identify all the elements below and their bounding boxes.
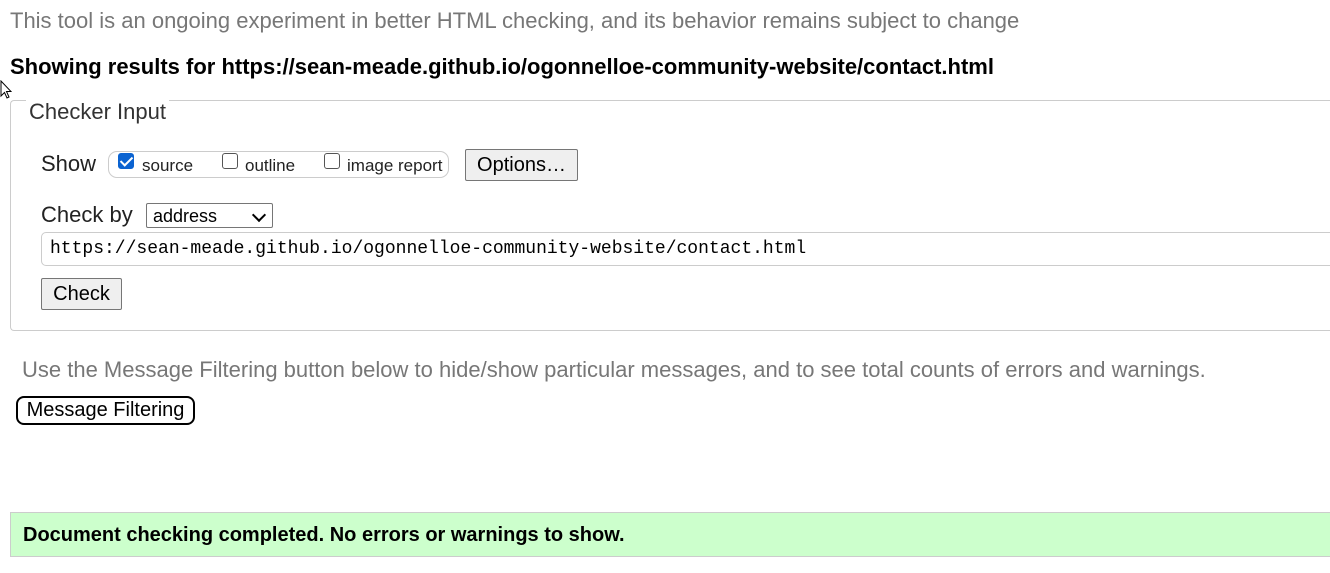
message-filtering-hint: Use the Message Filtering button below t… xyxy=(22,357,1206,382)
experiment-notice: This tool is an ongoing experiment in be… xyxy=(10,8,1020,33)
check-button[interactable]: Check xyxy=(41,278,122,310)
options-button[interactable]: Options… xyxy=(465,149,578,181)
url-input[interactable]: https://sean-meade.github.io/ogonnelloe-… xyxy=(41,232,1330,266)
success-status-bar: Document checking completed. No errors o… xyxy=(10,512,1330,557)
mouse-cursor-icon xyxy=(0,80,12,99)
outline-checkbox[interactable] xyxy=(222,153,238,169)
show-label: Show xyxy=(41,151,97,176)
image-report-checkbox-label[interactable]: image report xyxy=(347,156,442,176)
checker-input-legend: Checker Input xyxy=(26,99,169,125)
chevron-down-icon xyxy=(251,207,267,223)
success-message: Document checking completed. No errors o… xyxy=(23,524,625,546)
results-heading: Showing results for https://sean-meade.g… xyxy=(10,54,994,79)
validator-page: This tool is an ongoing experiment in be… xyxy=(0,0,1330,573)
check-by-select[interactable]: address xyxy=(146,203,273,228)
image-report-checkbox[interactable] xyxy=(324,153,340,169)
source-checkbox[interactable] xyxy=(118,153,134,169)
check-by-selected-value: address xyxy=(153,206,218,226)
source-checkbox-label[interactable]: source xyxy=(142,156,193,176)
check-by-label: Check by xyxy=(41,202,133,227)
outline-checkbox-label[interactable]: outline xyxy=(245,156,295,176)
message-filtering-button[interactable]: Message Filtering xyxy=(16,396,195,425)
